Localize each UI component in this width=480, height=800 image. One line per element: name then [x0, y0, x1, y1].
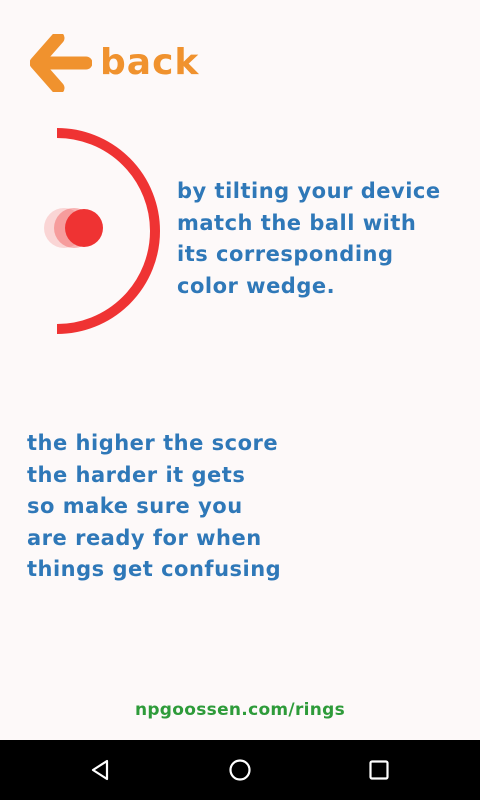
circle-home-icon	[229, 759, 251, 781]
arrow-left-icon	[30, 34, 92, 92]
info-line: are ready for when	[27, 525, 262, 550]
instruction-line: color wedge.	[177, 273, 336, 298]
instruction-line: match the ball with	[177, 210, 417, 235]
ball	[65, 209, 103, 247]
navigation-bar	[0, 740, 480, 800]
info-line: things get confusing	[27, 557, 282, 581]
instruction-text: by tilting your device match the ball wi…	[177, 176, 472, 302]
info-line: the harder it gets	[27, 462, 246, 487]
info-line: so make sure you	[27, 494, 243, 518]
instruction-line: by tilting your device	[177, 179, 441, 203]
difficulty-info-text: the higher the score the harder it gets …	[27, 428, 357, 586]
square-recents-icon	[369, 760, 389, 780]
nav-home-button[interactable]	[220, 750, 260, 790]
tutorial-screen: back by tilting your device match the ba…	[0, 0, 480, 800]
back-label: back	[100, 42, 200, 83]
ring-illustration	[44, 128, 160, 334]
nav-back-button[interactable]	[80, 750, 120, 790]
website-link[interactable]: npgoossen.com/rings	[0, 700, 480, 720]
nav-recents-button[interactable]	[359, 750, 399, 790]
triangle-back-icon	[91, 759, 109, 781]
back-button[interactable]: back	[30, 34, 205, 92]
info-line: the higher the score	[27, 431, 279, 455]
instruction-line: its corresponding	[177, 242, 394, 266]
